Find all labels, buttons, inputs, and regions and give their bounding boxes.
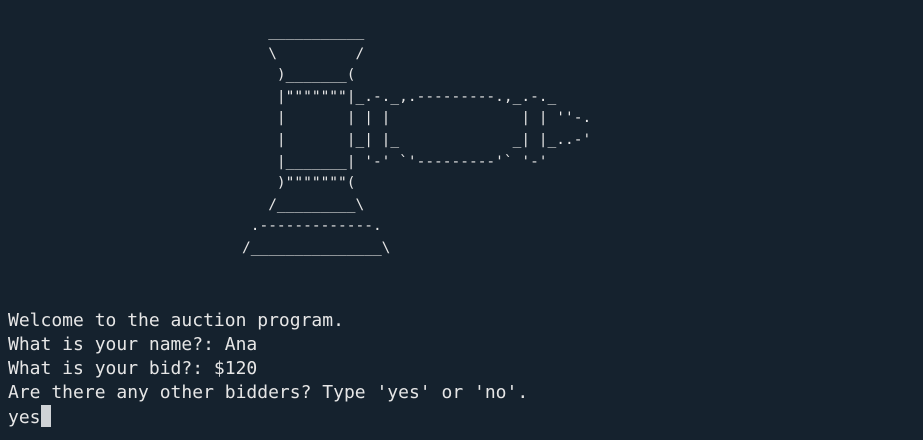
name-prompt-line: What is your name?: Ana xyxy=(8,334,258,355)
welcome-line: Welcome to the auction program. xyxy=(8,310,344,331)
terminal-window[interactable]: ___________ \ / )_______( |"""""""|_.-._… xyxy=(0,0,923,440)
input-line[interactable]: yes xyxy=(8,405,528,429)
bid-prompt-line: What is your bid?: $120 xyxy=(8,358,258,379)
input-text[interactable]: yes xyxy=(8,407,41,428)
terminal-output: Welcome to the auction program. What is … xyxy=(8,309,528,429)
other-bidders-prompt-line: Are there any other bidders? Type 'yes' … xyxy=(8,382,529,403)
gavel-ascii-art: ___________ \ / )_______( |"""""""|_.-._… xyxy=(242,24,592,256)
text-cursor xyxy=(40,405,51,427)
